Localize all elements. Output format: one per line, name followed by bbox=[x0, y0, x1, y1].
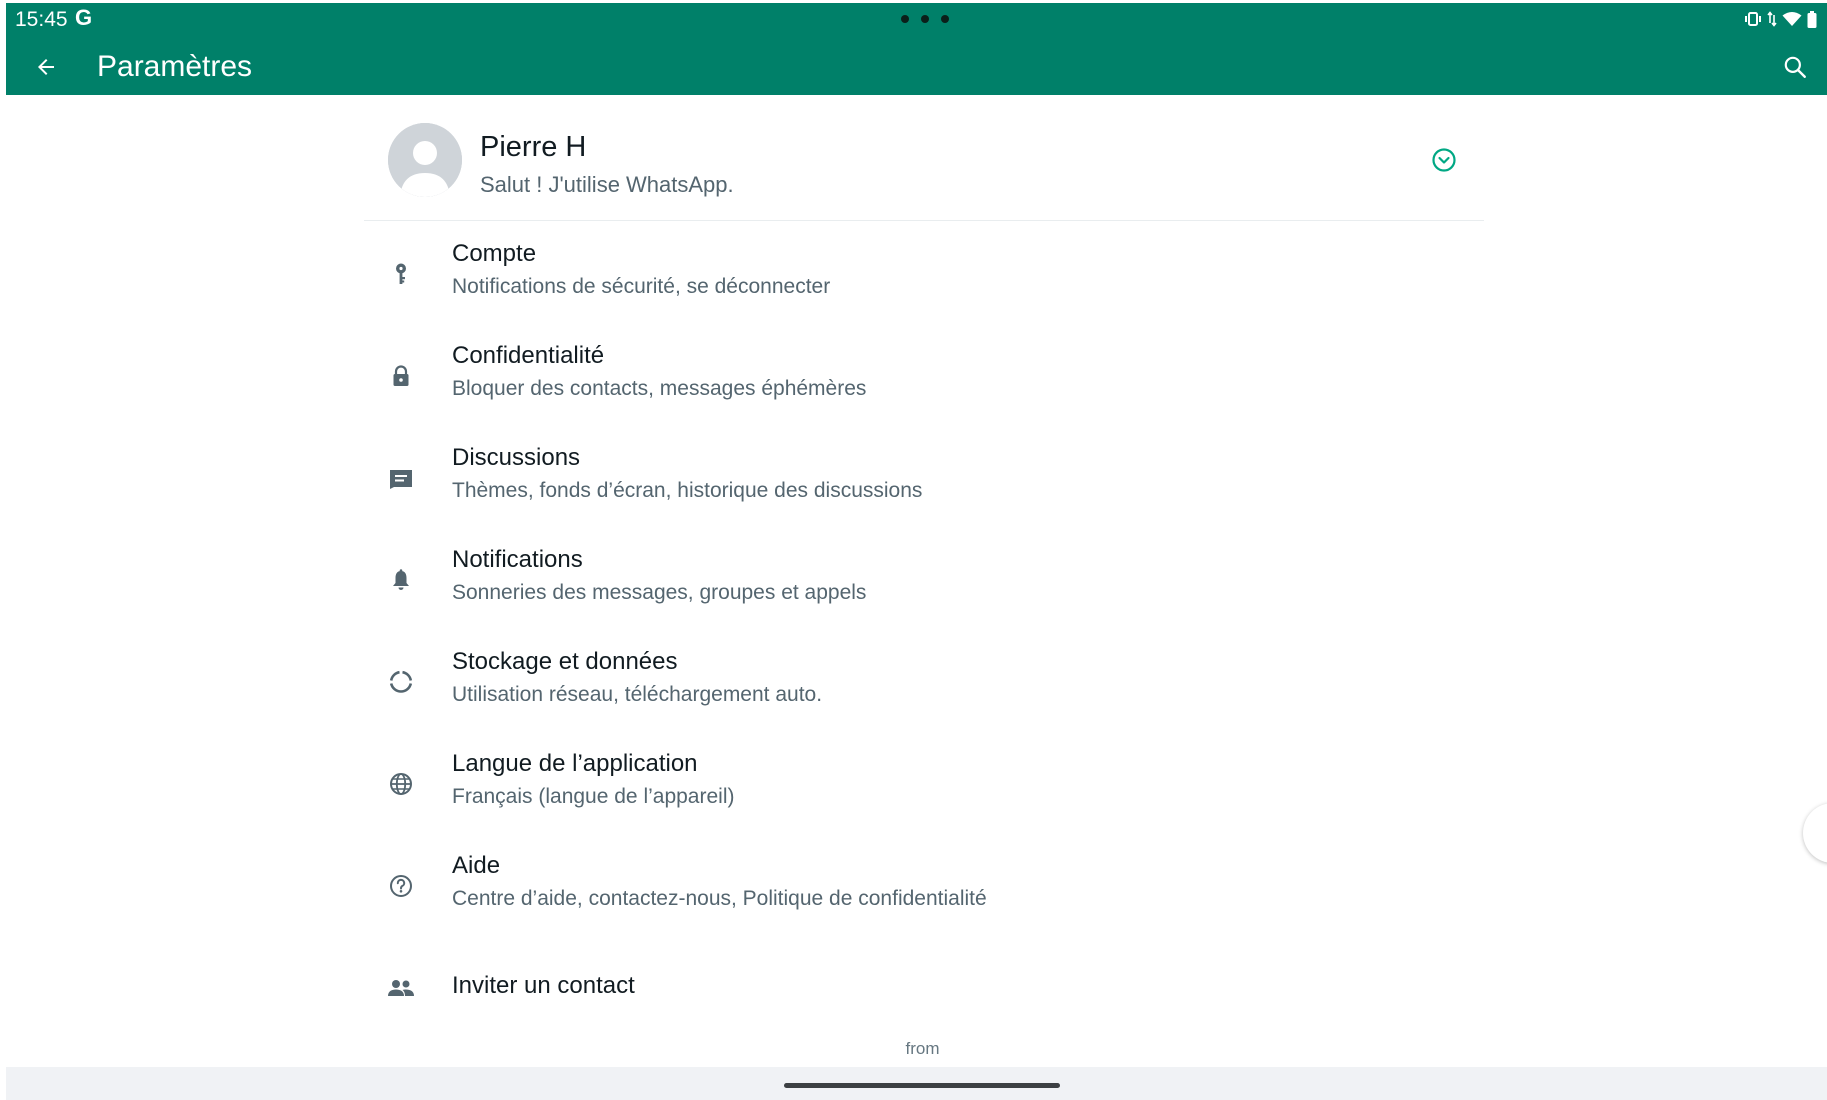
menu-item-subtitle: Notifications de sécurité, se déconnecte… bbox=[452, 275, 831, 298]
profile-expand-button[interactable] bbox=[1428, 144, 1460, 176]
menu-item-langue[interactable]: Langue de l’application Français (langue… bbox=[364, 731, 1484, 833]
menu-item-aide[interactable]: Aide Centre d’aide, contactez-nous, Poli… bbox=[364, 833, 1484, 935]
profile-about: Salut ! J'utilise WhatsApp. bbox=[480, 172, 734, 197]
menu-item-compte[interactable]: Compte Notifications de sécurité, se déc… bbox=[364, 221, 1484, 323]
search-button[interactable] bbox=[1775, 47, 1815, 87]
avatar[interactable] bbox=[388, 123, 462, 197]
back-button[interactable] bbox=[26, 47, 66, 87]
floating-edit-bubble[interactable] bbox=[1803, 803, 1827, 863]
menu-item-subtitle: Centre d’aide, contactez-nous, Politique… bbox=[452, 887, 987, 910]
camera-dots-icon bbox=[901, 15, 949, 23]
app-bar: 15:45 G Paramètres bbox=[6, 3, 1827, 95]
default-avatar-icon bbox=[388, 123, 462, 197]
menu-item-stockage[interactable]: Stockage et données Utilisation réseau, … bbox=[364, 629, 1484, 731]
menu-item-subtitle: Utilisation réseau, téléchargement auto. bbox=[452, 683, 823, 706]
menu-item-title: Aide bbox=[452, 852, 501, 879]
from-label: from bbox=[905, 1039, 940, 1058]
menu-item-notifications[interactable]: Notifications Sonneries des messages, gr… bbox=[364, 527, 1484, 629]
menu-item-subtitle: Sonneries des messages, groupes et appel… bbox=[452, 581, 867, 604]
profile-name: Pierre H bbox=[480, 131, 587, 163]
data-usage-icon bbox=[389, 670, 413, 693]
status-time: 15:45 bbox=[15, 8, 68, 31]
menu-item-title: Stockage et données bbox=[452, 648, 678, 675]
google-status-icon: G bbox=[75, 5, 93, 30]
lock-icon bbox=[393, 365, 409, 386]
menu-item-title: Confidentialité bbox=[452, 342, 605, 369]
menu-item-title: Compte bbox=[452, 240, 537, 267]
wifi-icon bbox=[1782, 12, 1802, 26]
menu-item-discussions[interactable]: Discussions Thèmes, fonds d’écran, histo… bbox=[364, 425, 1484, 527]
people-icon bbox=[388, 980, 414, 996]
arrow-left-icon bbox=[38, 59, 54, 75]
data-arrows-icon bbox=[1767, 11, 1777, 27]
menu-item-subtitle: Français (langue de l’appareil) bbox=[452, 785, 735, 808]
page-title: Paramètres bbox=[97, 50, 253, 83]
battery-icon bbox=[1807, 10, 1817, 28]
menu-item-subtitle: Bloquer des contacts, messages éphémères bbox=[452, 377, 867, 400]
vibrate-icon bbox=[1745, 12, 1761, 26]
menu-item-confidentialite[interactable]: Confidentialité Bloquer des contacts, me… bbox=[364, 323, 1484, 425]
status-icons bbox=[1744, 9, 1817, 29]
chat-icon bbox=[390, 470, 412, 489]
menu-item-title: Notifications bbox=[452, 546, 583, 573]
menu-item-title: Inviter un contact bbox=[452, 972, 635, 999]
menu-item-title: Discussions bbox=[452, 444, 581, 471]
menu-item-inviter[interactable]: Inviter un contact bbox=[364, 935, 1484, 1037]
profile-row[interactable]: Pierre H Salut ! J'utilise WhatsApp. bbox=[364, 95, 1484, 221]
key-icon bbox=[396, 263, 406, 284]
menu-item-subtitle: Thèmes, fonds d’écran, historique des di… bbox=[452, 479, 923, 502]
system-nav-bar bbox=[6, 1067, 1827, 1100]
globe-icon bbox=[390, 773, 412, 795]
help-icon bbox=[390, 875, 412, 897]
search-icon bbox=[1784, 56, 1806, 78]
settings-screen: 15:45 G Paramètres Pierre H Salut ! J'ut… bbox=[6, 3, 1827, 1100]
home-indicator[interactable] bbox=[784, 1083, 1060, 1088]
chevron-circle-down-icon bbox=[1432, 148, 1456, 172]
menu-item-title: Langue de l’application bbox=[452, 750, 698, 777]
bell-icon bbox=[393, 569, 409, 590]
